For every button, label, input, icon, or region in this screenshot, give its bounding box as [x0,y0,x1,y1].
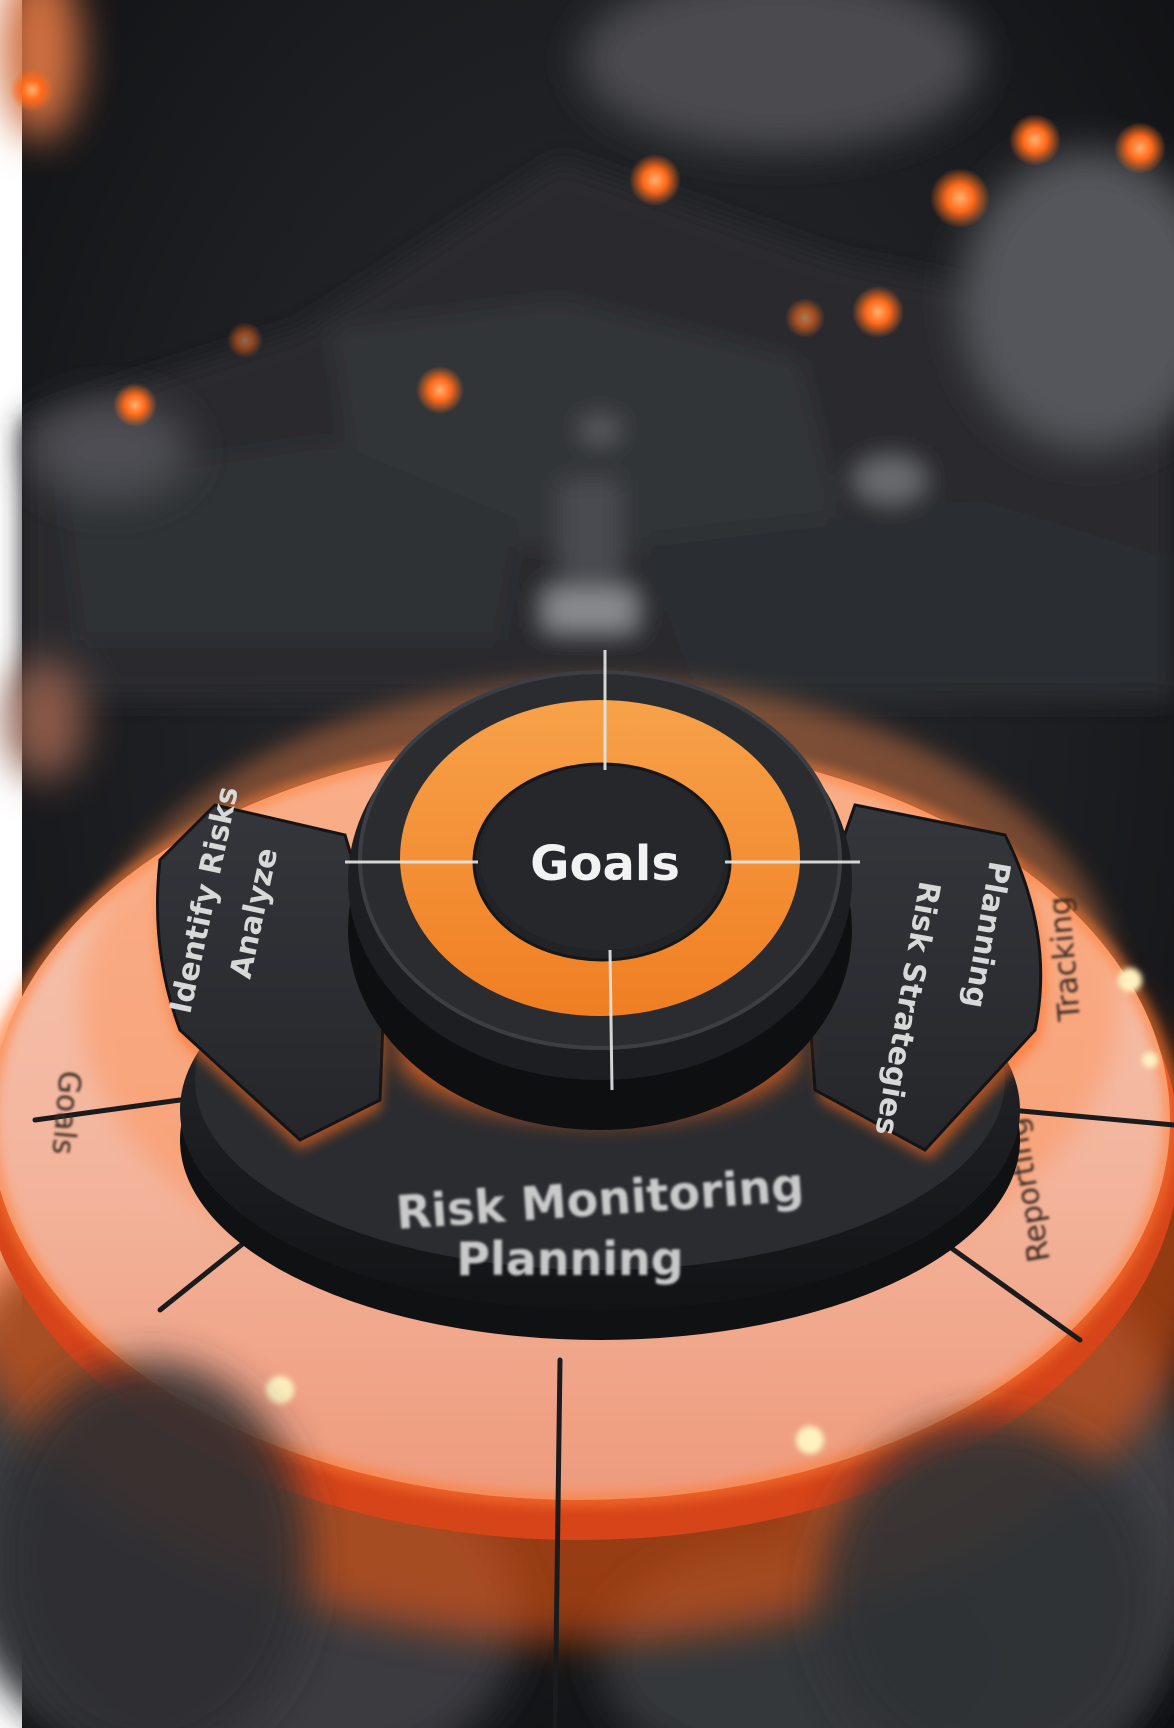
scene-container: Goals Tracking Reporting Identify Risks … [0,0,1174,1728]
outer-ring-left-label: Goals [45,1069,87,1156]
risk-cycle-illustration: Goals Tracking Reporting Identify Risks … [0,0,1174,1728]
segment-bottom-line2: Planning [456,1232,683,1286]
center-goals-label: Goals [530,836,680,892]
